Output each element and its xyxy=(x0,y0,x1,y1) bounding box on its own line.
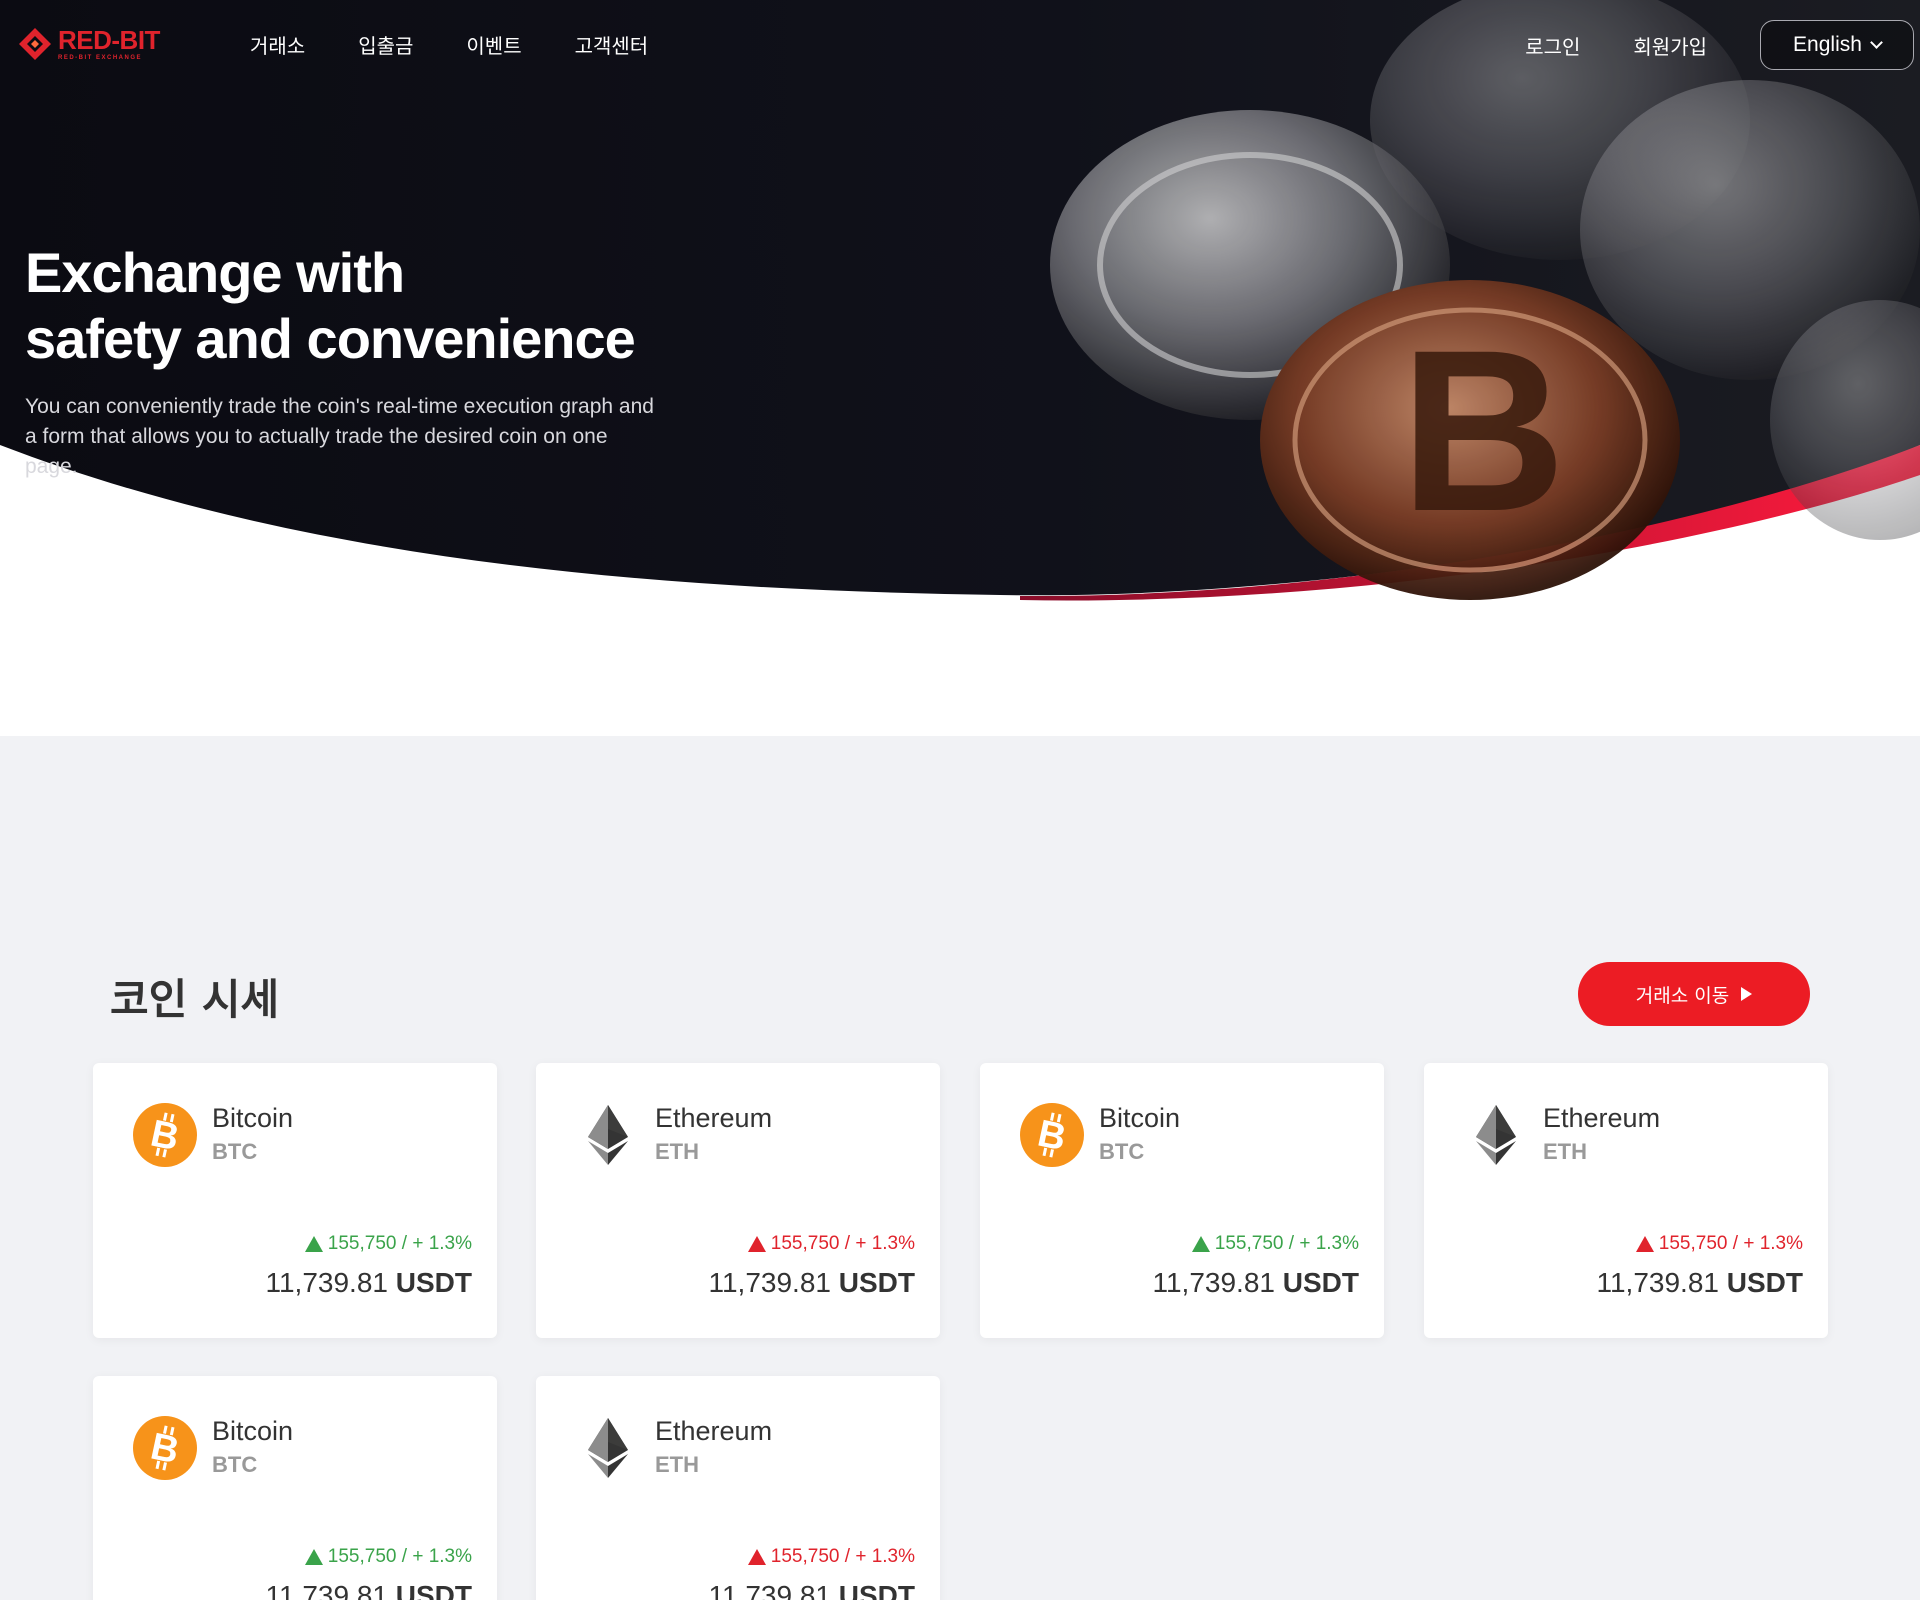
coin-price: 11,739.81 USDT xyxy=(1152,1267,1359,1299)
bitcoin-icon: B xyxy=(133,1103,197,1167)
up-arrow-icon xyxy=(747,1236,766,1252)
menu-item-support[interactable]: 고객센터 xyxy=(575,30,649,59)
up-arrow-icon xyxy=(1635,1236,1654,1252)
coin-price-value: 11,739.81 xyxy=(708,1580,831,1600)
language-select[interactable]: English xyxy=(1760,20,1914,70)
price-change: 155,750 / + 1.3% xyxy=(304,1233,472,1255)
coin-symbol: BTC xyxy=(212,1139,258,1164)
ethereum-icon xyxy=(576,1103,640,1167)
ethereum-icon xyxy=(1464,1103,1528,1167)
coin-name: Ethereum xyxy=(655,1103,773,1133)
coin-name: Ethereum xyxy=(655,1416,773,1446)
coin-card[interactable]: B Bitcoin BTC 155,750 / + 1.3% 11,739.81 US… xyxy=(93,1063,497,1338)
coin-price-unit: USDT xyxy=(838,1267,915,1298)
brand-logo[interactable]: RED-BIT RED-BIT EXCHANGE xyxy=(18,22,168,66)
brand-name: RED-BIT xyxy=(58,25,160,55)
svg-text:B: B xyxy=(1400,302,1566,559)
price-change: 155,750 / + 1.3% xyxy=(1191,1233,1359,1255)
coin-price-unit: USDT xyxy=(395,1580,472,1600)
nav-actions: 로그인 회원가입 English xyxy=(1525,20,1920,70)
price-change: 155,750 / + 1.3% xyxy=(1635,1233,1803,1255)
hero-title: Exchange with safety and convenience xyxy=(25,240,636,372)
coin-symbol: ETH xyxy=(655,1452,699,1477)
coin-price-value: 11,739.81 xyxy=(708,1267,831,1298)
coin-price: 11,739.81 USDT xyxy=(265,1267,472,1299)
coin-name: Ethereum xyxy=(1543,1103,1661,1133)
chevron-down-icon xyxy=(1870,35,1883,49)
price-change: 155,750 / + 1.3% xyxy=(304,1546,472,1568)
coin-name: Bitcoin xyxy=(212,1416,294,1446)
coin-symbol: ETH xyxy=(1543,1139,1587,1164)
coin-card[interactable]: Ethereum ETH 155,750 / + 1.3% 11,739.81 USD… xyxy=(536,1063,940,1338)
brand-subtitle: RED-BIT EXCHANGE xyxy=(58,55,143,61)
price-change-value: 155,750 / + 1.3% xyxy=(327,1233,472,1254)
go-to-exchange-button[interactable]: 거래소 이동 xyxy=(1578,962,1810,1026)
signup-link[interactable]: 회원가입 xyxy=(1633,31,1707,60)
go-to-exchange-label: 거래소 이동 xyxy=(1635,984,1730,1007)
up-arrow-icon xyxy=(304,1549,323,1565)
ethereum-icon xyxy=(576,1416,640,1480)
up-arrow-icon xyxy=(747,1549,766,1565)
coin-price-value: 11,739.81 xyxy=(1596,1267,1719,1298)
coin-price: 11,739.81 USDT xyxy=(265,1580,472,1600)
hero-section: B RED-BIT RED-BIT EXCHANGE 거래소 입출금 이벤트 고… xyxy=(0,0,1920,736)
coin-price: 11,739.81 USDT xyxy=(708,1267,915,1299)
market-section-title: 코인 시세 xyxy=(110,975,280,1024)
hero-description: You can conveniently trade the coin's re… xyxy=(25,392,665,482)
coin-card[interactable]: B Bitcoin BTC 155,750 / + 1.3% 11,739.81 US… xyxy=(93,1376,497,1600)
coin-price-value: 11,739.81 xyxy=(265,1267,388,1298)
coin-price-value: 11,739.81 xyxy=(265,1580,388,1600)
language-label: English xyxy=(1793,33,1862,56)
menu-item-exchange[interactable]: 거래소 xyxy=(250,30,305,59)
price-change-value: 155,750 / + 1.3% xyxy=(1658,1233,1803,1254)
coin-price-unit: USDT xyxy=(395,1267,472,1298)
menu-item-deposit-withdraw[interactable]: 입출금 xyxy=(358,30,413,59)
play-arrow-icon xyxy=(1741,987,1753,1001)
coin-name: Bitcoin xyxy=(212,1103,294,1133)
menu-item-events[interactable]: 이벤트 xyxy=(466,30,521,59)
coin-symbol: BTC xyxy=(212,1452,258,1477)
coin-symbol: ETH xyxy=(655,1139,699,1164)
price-change-value: 155,750 / + 1.3% xyxy=(327,1546,472,1567)
coin-price-value: 11,739.81 xyxy=(1152,1267,1275,1298)
logo-diamond-icon xyxy=(19,28,51,60)
login-link[interactable]: 로그인 xyxy=(1525,31,1580,60)
bitcoin-icon: B xyxy=(1020,1103,1084,1167)
hero-desc-line1: You can conveniently trade the coin's re… xyxy=(25,395,654,418)
main-menu: 거래소 입출금 이벤트 고객센터 xyxy=(250,30,648,59)
coin-symbol: BTC xyxy=(1099,1139,1145,1164)
hero-desc-line2: a form that allows you to actually trade… xyxy=(25,425,608,478)
up-arrow-icon xyxy=(1191,1236,1210,1252)
coin-price-unit: USDT xyxy=(1282,1267,1359,1298)
price-change-value: 155,750 / + 1.3% xyxy=(770,1233,915,1254)
price-change: 155,750 / + 1.3% xyxy=(747,1233,915,1255)
coin-card[interactable]: Ethereum ETH 155,750 / + 1.3% 11,739.81 USD… xyxy=(536,1376,940,1600)
coin-price: 11,739.81 USDT xyxy=(708,1580,915,1600)
coin-price-unit: USDT xyxy=(1726,1267,1803,1298)
hero-title-line2: safety and convenience xyxy=(25,307,636,370)
price-change-value: 155,750 / + 1.3% xyxy=(1214,1233,1359,1254)
top-navigation: RED-BIT RED-BIT EXCHANGE 거래소 입출금 이벤트 고객센… xyxy=(0,0,1920,92)
price-change-value: 155,750 / + 1.3% xyxy=(770,1546,915,1567)
hero-title-line1: Exchange with xyxy=(25,241,405,304)
coin-name: Bitcoin xyxy=(1099,1103,1181,1133)
up-arrow-icon xyxy=(304,1236,323,1252)
coin-card[interactable]: B Bitcoin BTC 155,750 / + 1.3% 11,739.81 US… xyxy=(980,1063,1384,1338)
coin-card[interactable]: Ethereum ETH 155,750 / + 1.3% 11,739.81 USD… xyxy=(1424,1063,1828,1338)
coin-price: 11,739.81 USDT xyxy=(1596,1267,1803,1299)
coin-price-unit: USDT xyxy=(838,1580,915,1600)
bitcoin-icon: B xyxy=(133,1416,197,1480)
price-change: 155,750 / + 1.3% xyxy=(747,1546,915,1568)
